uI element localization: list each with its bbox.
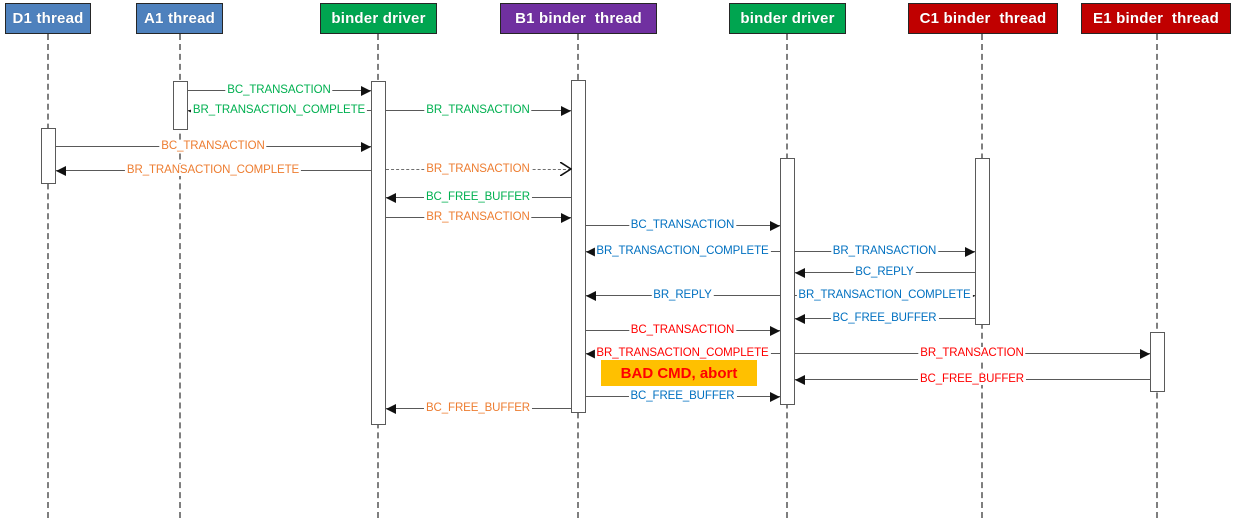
arrow-head-m16 [769, 325, 780, 336]
activation-d1 [40, 128, 56, 184]
participant-header-b1[interactable]: B1 binder thread [500, 3, 657, 34]
arrow-head-m01 [360, 85, 371, 96]
arrow-head-m04 [360, 141, 371, 152]
message-label-m18: BR_TRANSACTION_COMPLETE [594, 347, 771, 359]
message-label-m20: BC_FREE_BUFFER [628, 390, 737, 402]
participant-header-d1[interactable]: D1 thread [5, 3, 91, 34]
message-label-m04: BC_TRANSACTION [159, 140, 267, 152]
message-label-m19: BC_FREE_BUFFER [917, 373, 1027, 385]
message-label-m09: BC_TRANSACTION [628, 219, 737, 231]
arrow-head-m15 [794, 313, 805, 324]
sequence-diagram-canvas: D1 thread A1 thread binder driver B1 binder… [0, 0, 1235, 526]
participant-header-c1[interactable]: C1 binder thread [908, 3, 1058, 34]
arrow-head-m07 [385, 192, 396, 203]
message-label-m16: BC_TRANSACTION [628, 324, 737, 336]
message-label-m17: BR_TRANSACTION [918, 347, 1026, 359]
message-label-m01: BC_TRANSACTION [225, 84, 333, 96]
message-label-m10: BR_TRANSACTION_COMPLETE [594, 245, 771, 257]
participant-header-e1[interactable]: E1 binder thread [1081, 3, 1231, 34]
arrow-head-m21 [385, 403, 396, 414]
arrow-head-m03 [560, 105, 571, 116]
message-label-m05: BR_TRANSACTION_COMPLETE [124, 164, 302, 176]
message-label-m03: BR_TRANSACTION [424, 104, 532, 116]
message-label-m21: BC_FREE_BUFFER [423, 402, 533, 414]
arrow-head-m13 [585, 290, 596, 301]
arrow-head-m20 [769, 391, 780, 402]
participant-header-a1[interactable]: A1 thread [136, 3, 223, 34]
arrow-head-open-m06 [559, 162, 572, 176]
message-label-m15: BC_FREE_BUFFER [830, 312, 939, 324]
message-label-m14: BR_TRANSACTION_COMPLETE [796, 289, 973, 301]
arrow-head-m08 [560, 212, 571, 223]
message-label-m02: BR_TRANSACTION_COMPLETE [190, 104, 368, 116]
message-label-m08: BR_TRANSACTION [424, 211, 532, 223]
note-bad-cmd-abort: BAD CMD, abort [601, 360, 757, 386]
activation-a1 [172, 81, 188, 130]
message-label-m06: BR_TRANSACTION [424, 163, 532, 175]
lifeline-e1 [1156, 34, 1158, 518]
participant-header-bd2[interactable]: binder driver [729, 3, 846, 34]
message-label-m11: BR_TRANSACTION [830, 245, 939, 257]
activation-binder-driver-2 [779, 158, 795, 405]
arrow-head-m12 [794, 267, 805, 278]
message-label-m07: BC_FREE_BUFFER [423, 191, 533, 203]
arrow-head-m05 [55, 165, 66, 176]
lifeline-d1 [47, 34, 49, 518]
activation-c1 [974, 158, 990, 325]
activation-binder-driver-1 [370, 81, 386, 425]
arrow-head-m09 [769, 220, 780, 231]
activation-b1 [570, 80, 586, 413]
activation-e1 [1149, 332, 1165, 392]
participant-header-bd1[interactable]: binder driver [320, 3, 437, 34]
arrow-head-m11 [964, 246, 975, 257]
message-label-m12: BC_REPLY [853, 266, 916, 278]
message-label-m13: BR_REPLY [651, 289, 714, 301]
arrow-head-m19 [794, 374, 805, 385]
arrow-head-m17 [1139, 348, 1150, 359]
